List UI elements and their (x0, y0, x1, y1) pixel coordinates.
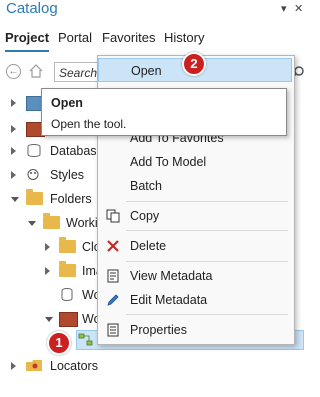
collapse-icon[interactable] (45, 317, 53, 322)
tab-history[interactable]: History (164, 30, 204, 45)
model-icon (78, 333, 93, 346)
tooltip: Open Open the tool. (41, 88, 287, 136)
tab-project[interactable]: Project (5, 30, 49, 45)
tree-label: Folders (50, 192, 92, 206)
edit-pencil-icon (107, 294, 119, 306)
tooltip-description: Open the tool. (51, 117, 127, 131)
collapse-icon[interactable] (28, 221, 36, 226)
locator-icon (26, 360, 42, 371)
menu-separator (126, 261, 288, 262)
menu-item-delete[interactable]: Delete (98, 234, 292, 258)
expand-icon[interactable] (45, 267, 50, 275)
folder-icon (59, 261, 76, 277)
metadata-icon (107, 269, 119, 283)
home-folder-icon (43, 213, 60, 229)
folder-icon (59, 237, 76, 253)
menu-item-properties[interactable]: Properties (98, 318, 292, 342)
tab-favorites[interactable]: Favorites (102, 30, 155, 45)
menu-item-batch[interactable]: Batch (98, 174, 292, 198)
menu-item-add-to-model[interactable]: Add To Model (98, 150, 292, 174)
menu-item-copy[interactable]: Copy (98, 204, 292, 228)
menu-item-label: Copy (130, 209, 160, 223)
menu-separator (126, 201, 288, 202)
collapse-icon[interactable] (11, 197, 19, 202)
expand-icon[interactable] (11, 99, 16, 107)
search-placeholder: Search (59, 66, 98, 80)
menu-separator (126, 314, 288, 315)
pane-title: Catalog (6, 0, 58, 17)
expand-icon[interactable] (11, 362, 16, 370)
menu-item-label: Edit Metadata (130, 293, 208, 307)
folder-icon (26, 189, 43, 205)
step-2-badge: 2 (182, 52, 206, 76)
toolbox-icon (59, 312, 78, 327)
expand-icon[interactable] (11, 147, 16, 155)
menu-item-label: Open (131, 64, 162, 78)
tree-label: Styles (50, 168, 85, 182)
tree-item-locators[interactable]: Locators (0, 354, 307, 380)
copy-icon (106, 209, 120, 223)
menu-item-label: View Metadata (130, 269, 213, 283)
menu-item-label: Properties (130, 323, 187, 337)
menu-item-label: Delete (130, 239, 167, 253)
pane-options-icon[interactable]: ▾ (281, 2, 287, 15)
expand-icon[interactable] (45, 243, 50, 251)
active-tab-indicator (5, 50, 49, 52)
properties-icon (107, 323, 119, 337)
tab-portal[interactable]: Portal (58, 30, 92, 45)
delete-icon (107, 240, 119, 252)
menu-item-label: Batch (130, 179, 162, 193)
tree-label: Worki (66, 216, 98, 230)
tree-label: Locators (50, 359, 98, 373)
menu-item-edit-metadata[interactable]: Edit Metadata (98, 288, 292, 312)
tooltip-title: Open (51, 96, 83, 110)
menu-separator (126, 230, 288, 231)
database-icon (61, 288, 73, 301)
database-icon (27, 144, 41, 157)
styles-icon (27, 169, 39, 180)
step-1-badge: 1 (47, 331, 71, 355)
catalog-tabs: Project Portal Favorites History (0, 30, 307, 52)
home-icon[interactable] (29, 64, 43, 78)
back-arrow-icon[interactable]: ← (6, 64, 21, 79)
menu-item-label: Add To Model (130, 155, 207, 169)
expand-icon[interactable] (11, 171, 16, 179)
expand-icon[interactable] (11, 125, 16, 133)
close-icon[interactable]: ✕ (294, 2, 303, 15)
menu-item-view-metadata[interactable]: View Metadata (98, 264, 292, 288)
